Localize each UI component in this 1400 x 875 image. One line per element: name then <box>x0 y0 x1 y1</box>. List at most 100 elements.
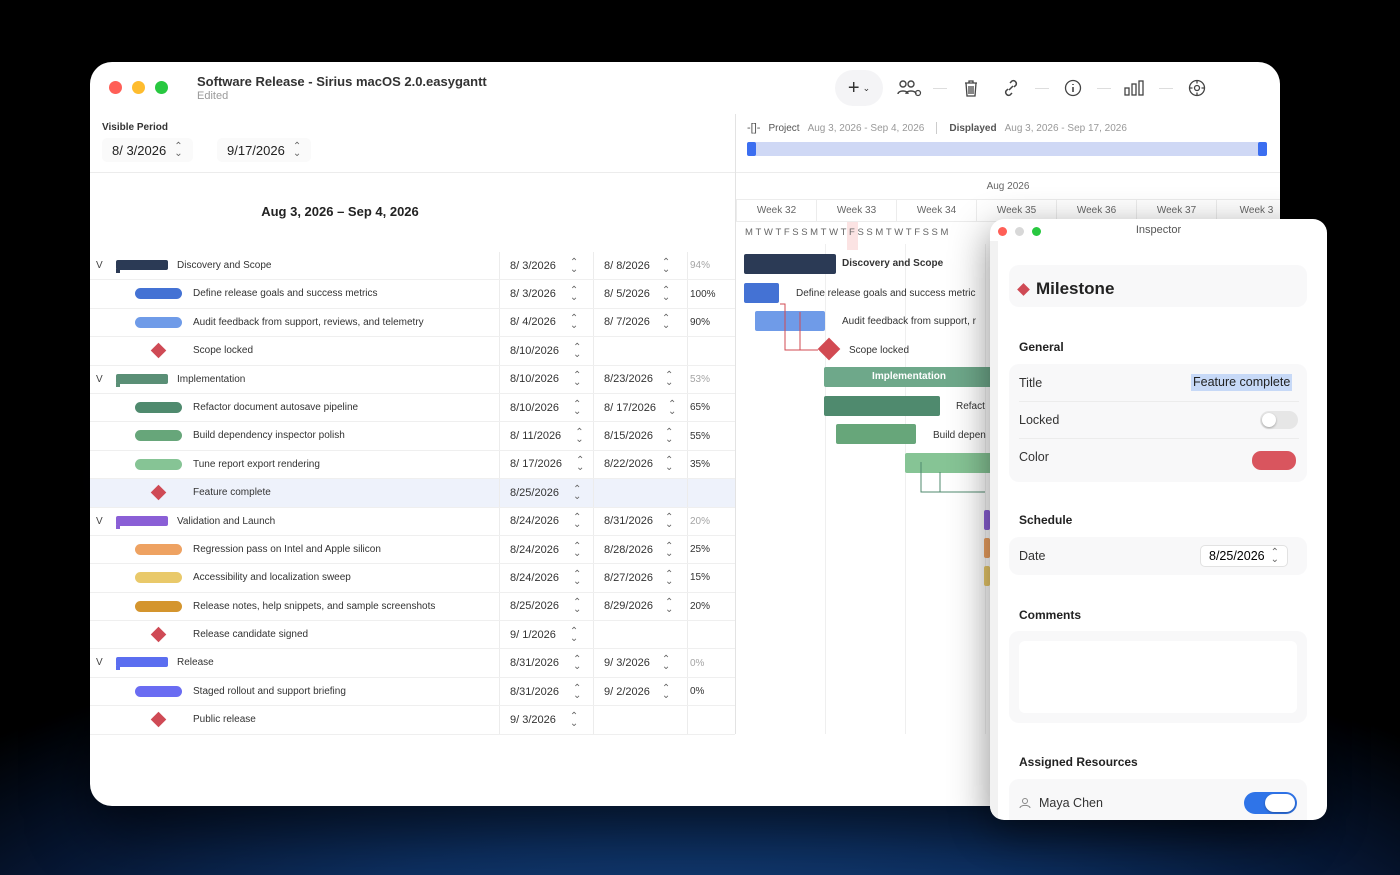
range-end-handle[interactable] <box>1258 142 1267 156</box>
stepper-icon[interactable]: ⌃ ⌄ <box>662 655 670 672</box>
end-date-cell[interactable]: 8/27/2026 ⌃ ⌄ <box>593 564 687 592</box>
stepper-icon[interactable]: ⌃ ⌄ <box>665 598 673 615</box>
start-date-cell[interactable]: 8/24/2026 ⌃ ⌄ <box>499 507 593 535</box>
delete-button[interactable] <box>951 70 991 106</box>
color-swatch[interactable] <box>1252 451 1296 470</box>
outline-row[interactable]: V Release 8/31/2026 ⌃ ⌄ 9/ 3/2026 ⌃ ⌄ 0% <box>90 649 735 678</box>
task-name[interactable]: Audit feedback from support, reviews, an… <box>193 317 424 328</box>
start-date-cell[interactable]: 9/ 1/2026 ⌃ ⌄ <box>499 621 593 649</box>
resource-assigned-toggle[interactable] <box>1244 792 1297 814</box>
comments-textarea[interactable] <box>1019 641 1297 713</box>
end-date-cell[interactable]: 8/28/2026 ⌃ ⌄ <box>593 535 687 564</box>
start-date-cell[interactable]: 8/10/2026 ⌃ ⌄ <box>499 365 593 393</box>
stepper-icon[interactable]: ⌃ ⌄ <box>662 683 670 700</box>
outline-row[interactable]: Accessibility and localization sweep 8/24… <box>90 564 735 593</box>
stepper-icon[interactable]: ⌃ ⌄ <box>570 626 578 643</box>
end-date-cell[interactable]: 9/ 3/2026 ⌃ ⌄ <box>593 649 687 677</box>
outline-row[interactable]: Define release goals and success metrics… <box>90 280 735 309</box>
end-date-cell[interactable]: 8/ 17/2026 ⌃ ⌄ <box>593 393 687 422</box>
start-date-cell[interactable]: 8/10/2026 ⌃ ⌄ <box>499 337 593 365</box>
task-name[interactable]: Tune report export rendering <box>193 459 320 470</box>
percent-complete-cell[interactable]: 65% <box>687 393 735 422</box>
stepper-icon[interactable]: ⌃ ⌄ <box>573 655 581 672</box>
percent-complete-cell[interactable]: 0% <box>687 677 735 706</box>
percent-complete-cell[interactable]: 25% <box>687 535 735 564</box>
start-date-cell[interactable]: 8/ 11/2026 ⌃ ⌄ <box>499 422 593 450</box>
stepper-icon[interactable]: ⌃ ⌄ <box>573 342 581 359</box>
task-name[interactable]: Discovery and Scope <box>177 260 272 271</box>
gantt-bar-discovery[interactable] <box>744 254 836 274</box>
stepper-icon[interactable]: ⌃ ⌄ <box>576 456 584 473</box>
task-name[interactable]: Implementation <box>177 374 245 385</box>
visible-period-start[interactable]: 8/ 3/2026 ⌃ ⌄ <box>102 138 193 162</box>
link-button[interactable] <box>991 70 1031 106</box>
settings-button[interactable] <box>1177 70 1217 106</box>
start-date-cell[interactable]: 8/25/2026 ⌃ ⌄ <box>499 592 593 621</box>
start-date-cell[interactable]: 8/24/2026 ⌃ ⌄ <box>499 564 593 592</box>
outline-row[interactable]: Public release 9/ 3/2026 ⌃ ⌄ <box>90 706 735 735</box>
task-name[interactable]: Public release <box>193 714 256 725</box>
percent-complete-cell[interactable]: 15% <box>687 564 735 592</box>
outline-row[interactable]: V Validation and Launch 8/24/2026 ⌃ ⌄ 8/31/20… <box>90 507 735 536</box>
start-date-cell[interactable]: 8/ 3/2026 ⌃ ⌄ <box>499 252 593 280</box>
task-name[interactable]: Refactor document autosave pipeline <box>193 402 358 413</box>
stepper-icon[interactable]: ⌃ ⌄ <box>570 314 578 331</box>
resources-button[interactable] <box>889 70 929 106</box>
gantt-bar-implementation[interactable]: Implementation <box>824 367 994 387</box>
stepper-icon[interactable]: ⌃ ⌄ <box>665 541 673 558</box>
end-date-cell[interactable] <box>593 706 687 734</box>
date-field[interactable]: 8/25/2026 ⌃ ⌄ <box>1200 545 1288 567</box>
start-date-cell[interactable]: 8/10/2026 ⌃ ⌄ <box>499 393 593 422</box>
disclosure-chevron-icon[interactable]: V <box>96 260 103 271</box>
end-date-cell[interactable]: 8/ 5/2026 ⌃ ⌄ <box>593 280 687 308</box>
outline-row[interactable]: Audit feedback from support, reviews, an… <box>90 308 735 338</box>
percent-complete-cell[interactable] <box>687 706 735 734</box>
task-name[interactable]: Release notes, help snippets, and sample… <box>193 601 435 612</box>
end-date-cell[interactable] <box>593 479 687 507</box>
disclosure-chevron-icon[interactable]: V <box>96 657 103 668</box>
outline-row[interactable]: Regression pass on Intel and Apple silic… <box>90 535 735 565</box>
outline-row[interactable]: Scope locked 8/10/2026 ⌃ ⌄ <box>90 337 735 366</box>
percent-complete-cell[interactable]: 90% <box>687 308 735 337</box>
end-date-cell[interactable]: 8/29/2026 ⌃ ⌄ <box>593 592 687 621</box>
end-date-cell[interactable]: 8/ 8/2026 ⌃ ⌄ <box>593 252 687 280</box>
gantt-bar-define[interactable] <box>744 283 779 303</box>
task-name[interactable]: Release <box>177 657 214 668</box>
stepper-icon[interactable]: ⌃ ⌄ <box>665 456 673 473</box>
outline-row[interactable]: V Discovery and Scope 8/ 3/2026 ⌃ ⌄ 8/ 8/2026… <box>90 252 735 281</box>
stepper-icon[interactable]: ⌃ ⌄ <box>573 598 581 615</box>
gantt-bar-build[interactable] <box>836 424 916 444</box>
task-name[interactable]: Validation and Launch <box>177 516 275 527</box>
task-name[interactable]: Scope locked <box>193 345 253 356</box>
end-date-cell[interactable] <box>593 621 687 649</box>
start-date-cell[interactable]: 8/ 17/2026 ⌃ ⌄ <box>499 450 593 479</box>
range-start-handle[interactable] <box>747 142 756 156</box>
percent-complete-cell[interactable] <box>687 337 735 365</box>
stepper-icon[interactable]: ⌃ ⌄ <box>668 399 676 416</box>
stepper-icon[interactable]: ⌃ ⌄ <box>293 142 301 159</box>
add-button[interactable]: + ⌄ <box>835 70 883 106</box>
outline-row[interactable]: Staged rollout and support briefing 8/31/… <box>90 677 735 707</box>
disclosure-chevron-icon[interactable]: V <box>96 374 103 385</box>
percent-complete-cell[interactable] <box>687 479 735 507</box>
stepper-icon[interactable]: ⌃ ⌄ <box>573 541 581 558</box>
stepper-icon[interactable]: ⌃ ⌄ <box>573 371 581 388</box>
outline-row[interactable]: Release notes, help snippets, and sample… <box>90 592 735 622</box>
start-date-cell[interactable]: 8/24/2026 ⌃ ⌄ <box>499 535 593 564</box>
percent-complete-cell[interactable]: 20% <box>687 507 735 535</box>
start-date-cell[interactable]: 9/ 3/2026 ⌃ ⌄ <box>499 706 593 734</box>
stepper-icon[interactable]: ⌃ ⌄ <box>570 257 578 274</box>
percent-complete-cell[interactable]: 20% <box>687 592 735 621</box>
percent-complete-cell[interactable]: 94% <box>687 252 735 280</box>
end-date-cell[interactable]: 8/ 7/2026 ⌃ ⌄ <box>593 308 687 337</box>
title-field[interactable]: Feature complete <box>1191 374 1293 391</box>
percent-complete-cell[interactable]: 100% <box>687 280 735 308</box>
start-date-cell[interactable]: 8/ 3/2026 ⌃ ⌄ <box>499 280 593 308</box>
stepper-icon[interactable]: ⌃ ⌄ <box>662 314 670 331</box>
task-name[interactable]: Release candidate signed <box>193 629 308 640</box>
start-date-cell[interactable]: 8/31/2026 ⌃ ⌄ <box>499 677 593 706</box>
end-date-cell[interactable]: 8/15/2026 ⌃ ⌄ <box>593 422 687 450</box>
end-date-cell[interactable]: 9/ 2/2026 ⌃ ⌄ <box>593 677 687 706</box>
stepper-icon[interactable]: ⌃ ⌄ <box>573 569 581 586</box>
stepper-icon[interactable]: ⌃ ⌄ <box>662 257 670 274</box>
